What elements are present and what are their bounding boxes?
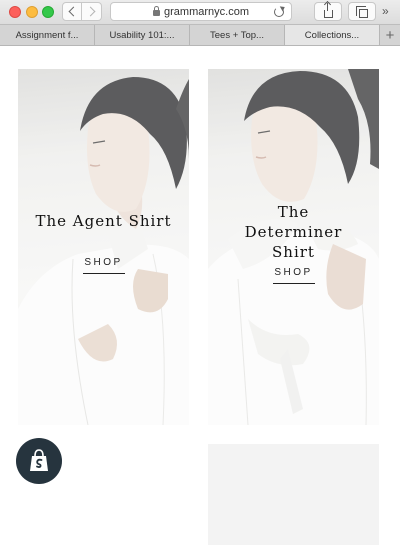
minimize-window-button[interactable] (26, 6, 38, 18)
chevron-left-icon (68, 6, 79, 17)
tab-assignment[interactable]: Assignment f... (0, 25, 95, 45)
shopify-badge[interactable] (16, 438, 62, 484)
tab-usability[interactable]: Usability 101:... (95, 25, 190, 45)
zoom-window-button[interactable] (42, 6, 54, 18)
product-title[interactable]: The Agent Shirt (18, 211, 189, 231)
tab-tees-tops[interactable]: Tees + Top... (190, 25, 285, 45)
tab-bar: Assignment f... Usability 101:... Tees +… (0, 24, 400, 46)
shop-link[interactable]: SHOP (272, 267, 315, 284)
reload-icon[interactable] (274, 7, 284, 17)
new-tab-button[interactable]: + (380, 25, 400, 45)
product-card-placeholder[interactable] (208, 444, 379, 545)
tabs-icon (356, 5, 368, 18)
product-card-agent-shirt[interactable]: The Agent Shirt SHOP (18, 69, 189, 425)
product-card-determiner-shirt[interactable]: The Determiner Shirt SHOP (208, 69, 379, 425)
share-button[interactable] (314, 2, 342, 21)
product-title[interactable]: The Determiner Shirt (208, 202, 379, 262)
forward-button[interactable] (82, 2, 102, 21)
lock-icon (153, 6, 161, 16)
browser-titlebar: grammarnyc.com » (0, 0, 400, 24)
chevron-right-icon (85, 6, 95, 17)
close-window-button[interactable] (9, 6, 21, 18)
address-bar-url: grammarnyc.com (164, 5, 249, 18)
share-icon (323, 2, 333, 18)
card-overlay (18, 69, 189, 425)
shopify-bag-icon (30, 449, 48, 471)
tab-collections[interactable]: Collections... (285, 25, 380, 45)
address-bar[interactable]: grammarnyc.com (110, 2, 292, 21)
shop-link[interactable]: SHOP (82, 257, 125, 274)
show-tabs-button[interactable] (348, 2, 376, 21)
more-toolbar-icon[interactable]: » (382, 4, 389, 18)
back-button[interactable] (62, 2, 82, 21)
